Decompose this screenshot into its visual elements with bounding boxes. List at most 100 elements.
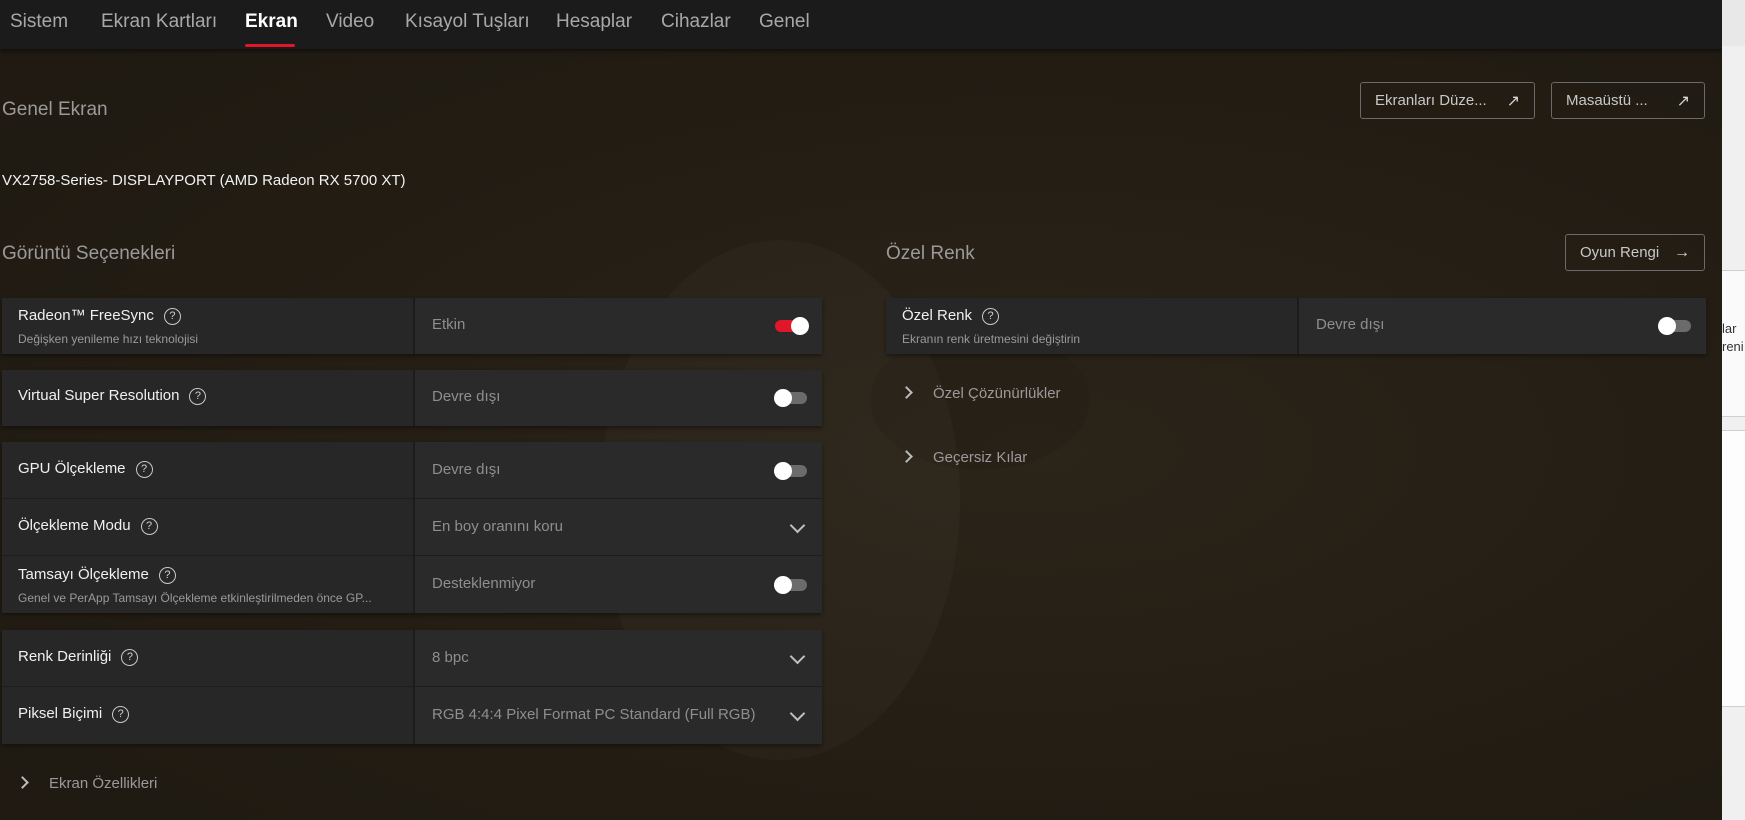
chevron-right-icon: [16, 775, 29, 789]
chevron-right-icon: [900, 449, 913, 463]
strip-panel: lar reni: [1722, 270, 1745, 417]
custom-resolutions-expander[interactable]: Özel Çözünürlükler: [900, 385, 1061, 402]
scaling-mode-label: Ölçekleme Modu: [18, 517, 131, 534]
scaling-mode-label-cell: Ölçekleme Modu?: [2, 499, 413, 556]
color-depth-value: 8 bpc: [432, 649, 469, 666]
integer-scaling-row: Tamsayı Ölçekleme? Genel ve PerApp Tamsa…: [2, 556, 822, 613]
vsr-label: Virtual Super Resolution: [18, 387, 180, 404]
integer-scaling-label-cell: Tamsayı Ölçekleme? Genel ve PerApp Tamsa…: [2, 556, 413, 613]
app-window: Sistem Ekran Kartları Ekran Video Kısayo…: [0, 0, 1722, 820]
tab-genel[interactable]: Genel: [759, 11, 810, 33]
tab-hesaplar[interactable]: Hesaplar: [556, 11, 632, 33]
tab-kisayol-tuslari[interactable]: Kısayol Tuşları: [405, 11, 530, 33]
scaling-mode-select[interactable]: En boy oranını koru: [415, 499, 822, 556]
help-icon[interactable]: ?: [112, 705, 130, 723]
help-icon[interactable]: ?: [163, 307, 181, 325]
color-format-card: Renk Derinliği? 8 bpc Piksel Biçimi? RGB…: [2, 630, 822, 744]
vsr-label-cell: Virtual Super Resolution?: [2, 370, 413, 426]
color-depth-label: Renk Derinliği: [18, 648, 112, 665]
color-depth-row[interactable]: Renk Derinliği? 8 bpc: [2, 630, 822, 687]
integer-scaling-label: Tamsayı Ölçekleme: [18, 566, 149, 583]
custom-color-value: Devre dışı: [1316, 316, 1385, 333]
vsr-title: Virtual Super Resolution?: [18, 387, 207, 405]
custom-color-row: Özel Renk? Ekranın renk üretmesini değiş…: [886, 298, 1706, 354]
strip-text-1: lar: [1722, 321, 1737, 336]
freesync-title: Radeon™ FreeSync?: [18, 307, 181, 325]
chevron-down-icon[interactable]: [789, 517, 806, 534]
toggle-knob: [774, 389, 792, 407]
vsr-value-cell: Devre dışı: [415, 370, 822, 426]
scaling-mode-value: En boy oranını koru: [432, 518, 563, 535]
integer-scaling-value-cell: Desteklenmiyor: [415, 556, 822, 613]
overrides-expander[interactable]: Geçersiz Kılar: [900, 449, 1027, 466]
custom-color-toggle[interactable]: [1658, 317, 1691, 335]
strip-text-2: reni: [1722, 339, 1744, 354]
strip-panel-2: [1722, 430, 1745, 707]
color-depth-label-cell: Renk Derinliği?: [2, 630, 413, 687]
vsr-card: Virtual Super Resolution? Devre dışı: [2, 370, 822, 426]
vsr-toggle[interactable]: [774, 389, 807, 407]
freesync-value: Etkin: [432, 316, 466, 333]
custom-color-title: Özel Renk?: [902, 307, 1000, 325]
page-title: Genel Ekran: [2, 99, 108, 120]
tab-sistem[interactable]: Sistem: [10, 11, 68, 33]
help-icon[interactable]: ?: [140, 517, 158, 535]
gpu-scaling-toggle[interactable]: [774, 462, 807, 480]
desktop-button[interactable]: Masaüstü ... ↗: [1551, 82, 1705, 119]
display-name: VX2758-Series- DISPLAYPORT (AMD Radeon R…: [2, 172, 406, 189]
active-tab-indicator: [245, 44, 295, 47]
help-icon[interactable]: ?: [982, 307, 1000, 325]
toggle-knob: [791, 317, 809, 335]
gpu-scaling-row: GPU Ölçekleme? Devre dışı: [2, 442, 822, 499]
freesync-label: Radeon™ FreeSync: [18, 307, 154, 324]
vsr-value: Devre dışı: [432, 388, 501, 405]
tab-ekran[interactable]: Ekran: [245, 11, 298, 33]
scaling-mode-row[interactable]: Ölçekleme Modu? En boy oranını koru: [2, 499, 822, 556]
chevron-right-icon: [900, 385, 913, 399]
color-depth-title: Renk Derinliği?: [18, 648, 139, 666]
integer-scaling-subtitle: Genel ve PerApp Tamsayı Ölçekleme etkinl…: [18, 591, 372, 605]
background-window-strip: lar reni: [1722, 0, 1745, 820]
gpu-scaling-value-cell: Devre dışı: [415, 442, 822, 499]
pixel-format-label: Piksel Biçimi: [18, 705, 103, 722]
integer-scaling-title: Tamsayı Ölçekleme?: [18, 566, 176, 584]
gpu-scaling-label: GPU Ölçekleme: [18, 460, 126, 477]
help-icon[interactable]: ?: [158, 566, 176, 584]
tab-ekran-kartlari[interactable]: Ekran Kartları: [101, 11, 217, 33]
pixel-format-row[interactable]: Piksel Biçimi? RGB 4:4:4 Pixel Format PC…: [2, 687, 822, 744]
gpu-scaling-label-cell: GPU Ölçekleme?: [2, 442, 413, 499]
game-color-label: Oyun Rengi: [1580, 244, 1660, 261]
pixel-format-select[interactable]: RGB 4:4:4 Pixel Format PC Standard (Full…: [415, 687, 822, 744]
color-depth-select[interactable]: 8 bpc: [415, 630, 822, 687]
game-color-button[interactable]: Oyun Rengi →: [1565, 234, 1705, 271]
toggle-knob: [774, 462, 792, 480]
help-icon[interactable]: ?: [121, 648, 139, 666]
gpu-scaling-value: Devre dışı: [432, 461, 501, 478]
display-properties-expander[interactable]: Ekran Özellikleri: [16, 775, 158, 792]
custom-color-label-cell: Özel Renk? Ekranın renk üretmesini değiş…: [886, 298, 1297, 354]
top-nav: Sistem Ekran Kartları Ekran Video Kısayo…: [0, 0, 1722, 49]
freesync-value-cell: Etkin: [415, 298, 822, 354]
help-icon[interactable]: ?: [135, 460, 153, 478]
display-properties-label: Ekran Özellikleri: [49, 775, 158, 792]
help-icon[interactable]: ?: [189, 387, 207, 405]
gpu-scaling-title: GPU Ölçekleme?: [18, 460, 153, 478]
tab-cihazlar[interactable]: Cihazlar: [661, 11, 731, 33]
section-title-custom-color: Özel Renk: [886, 243, 975, 264]
strip-top: [1722, 0, 1745, 46]
arrange-displays-label: Ekranları Düze...: [1375, 92, 1487, 109]
freesync-label-cell: Radeon™ FreeSync? Değişken yenileme hızı…: [2, 298, 413, 354]
chevron-down-icon[interactable]: [789, 705, 806, 722]
custom-color-value-cell: Devre dışı: [1299, 298, 1706, 354]
freesync-toggle[interactable]: [775, 317, 809, 335]
external-link-icon: ↗: [1506, 92, 1520, 110]
chevron-down-icon[interactable]: [789, 648, 806, 665]
freesync-row: Radeon™ FreeSync? Değişken yenileme hızı…: [2, 298, 822, 354]
custom-color-subtitle: Ekranın renk üretmesini değiştirin: [902, 332, 1081, 346]
desktop-label: Masaüstü ...: [1566, 92, 1648, 109]
arrange-displays-button[interactable]: Ekranları Düze... ↗: [1360, 82, 1535, 119]
external-link-icon: ↗: [1676, 92, 1690, 110]
tab-video[interactable]: Video: [326, 11, 374, 33]
integer-scaling-toggle[interactable]: [774, 576, 807, 594]
custom-color-label: Özel Renk: [902, 307, 973, 324]
